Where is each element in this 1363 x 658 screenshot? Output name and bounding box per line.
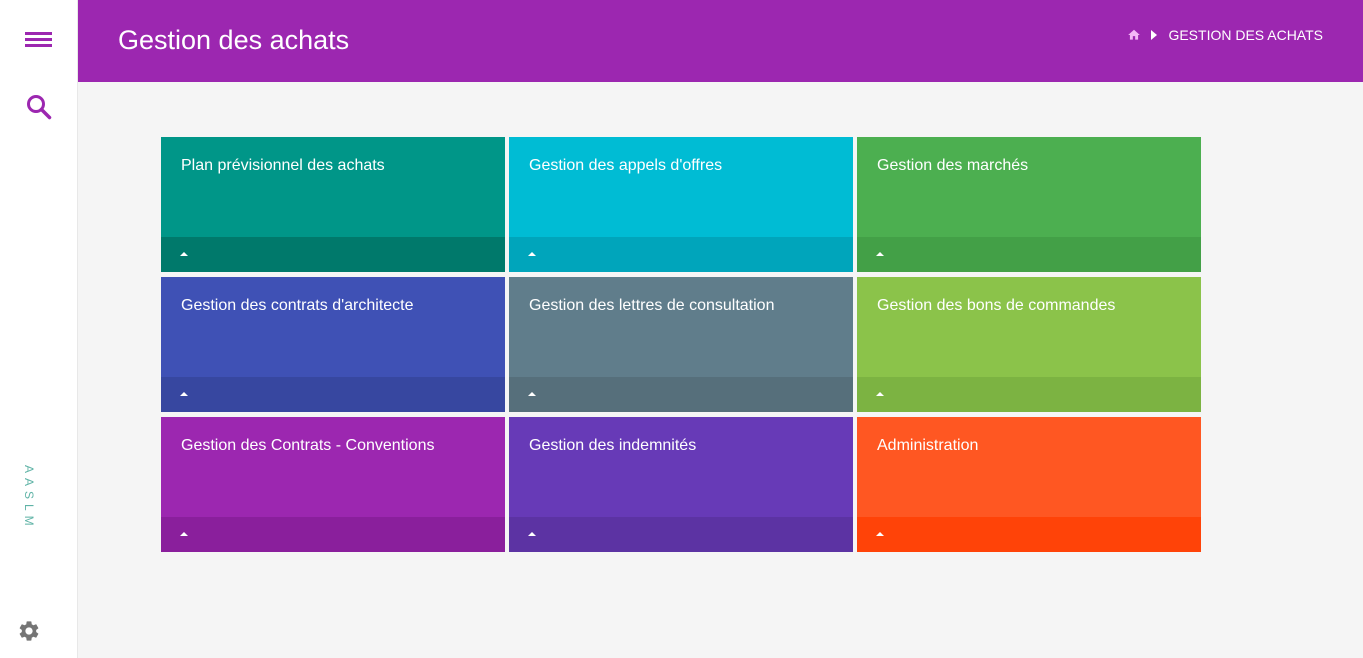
caret-up-icon — [528, 252, 536, 256]
module-tile[interactable]: Gestion des appels d'offres — [509, 137, 853, 272]
module-tile-title: Administration — [877, 437, 979, 454]
module-tile-footer[interactable] — [857, 237, 1201, 272]
module-tile-title: Gestion des indemnités — [529, 437, 697, 454]
module-tile-title: Plan prévisionnel des achats — [181, 157, 385, 174]
breadcrumb-current: GESTION DES ACHATS — [1168, 27, 1323, 43]
module-tile-footer[interactable] — [857, 377, 1201, 412]
gear-icon[interactable] — [17, 619, 41, 643]
module-tile[interactable]: Gestion des indemnités — [509, 417, 853, 552]
module-tile[interactable]: Gestion des bons de commandes — [857, 277, 1201, 412]
module-tile[interactable]: Gestion des lettres de consultation — [509, 277, 853, 412]
module-tile-title: Gestion des appels d'offres — [529, 157, 723, 174]
caret-up-icon — [180, 392, 188, 396]
module-tile-footer[interactable] — [161, 377, 505, 412]
page-header: Gestion des achats GESTION DES ACHATS — [78, 0, 1363, 82]
caret-up-icon — [528, 392, 536, 396]
caret-up-icon — [876, 532, 884, 536]
module-tile-footer[interactable] — [509, 517, 853, 552]
breadcrumb: GESTION DES ACHATS — [1127, 27, 1323, 43]
chevron-right-icon — [1151, 30, 1158, 40]
caret-up-icon — [528, 532, 536, 536]
module-tile[interactable]: Gestion des marchés — [857, 137, 1201, 272]
module-tile-title: Gestion des lettres de consultation — [529, 297, 775, 314]
module-tile-title: Gestion des Contrats - Conventions — [181, 437, 435, 454]
module-tile-title: Gestion des contrats d'architecte — [181, 297, 414, 314]
module-tile-footer[interactable] — [509, 377, 853, 412]
caret-up-icon — [180, 252, 188, 256]
caret-up-icon — [876, 252, 884, 256]
module-grid: Plan prévisionnel des achats Gestion des … — [161, 137, 1201, 552]
menu-icon[interactable] — [25, 32, 52, 48]
module-tile-title: Gestion des marchés — [877, 157, 1029, 174]
module-tile-title: Gestion des bons de commandes — [877, 297, 1116, 314]
page-title: Gestion des achats — [118, 25, 350, 55]
module-tile-footer[interactable] — [161, 517, 505, 552]
brand-label: AASLM — [22, 465, 36, 531]
module-tile-footer[interactable] — [161, 237, 505, 272]
search-icon[interactable] — [25, 93, 53, 121]
module-tile[interactable]: Administration — [857, 417, 1201, 552]
module-tile-footer[interactable] — [857, 517, 1201, 552]
module-tile[interactable]: Gestion des Contrats - Conventions — [161, 417, 505, 552]
module-tile-footer[interactable] — [509, 237, 853, 272]
module-tile[interactable]: Plan prévisionnel des achats — [161, 137, 505, 272]
home-icon[interactable] — [1127, 28, 1141, 42]
caret-up-icon — [876, 392, 884, 396]
sidebar: AASLM — [0, 0, 78, 658]
module-tile[interactable]: Gestion des contrats d'architecte — [161, 277, 505, 412]
caret-up-icon — [180, 532, 188, 536]
